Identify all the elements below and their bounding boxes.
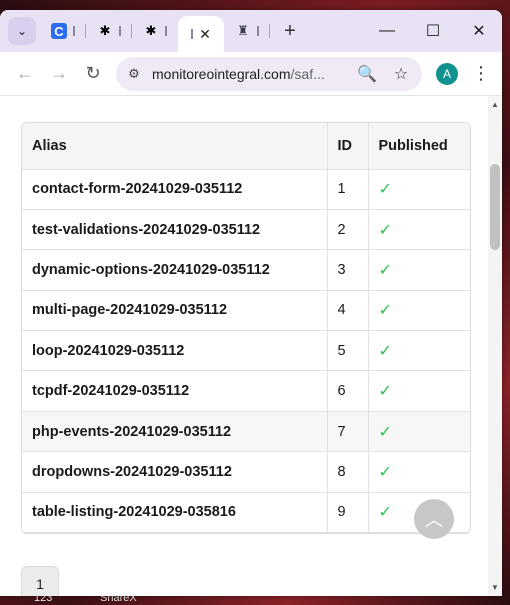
browser-toolbar: ← → ↻ ⚙ monitoreointegral.com/saf... 🔍 ☆… — [0, 52, 502, 96]
published-cell[interactable]: ✓ — [367, 290, 470, 332]
table-row: tcpdf-20241029-035112 6 ✓ — [22, 370, 470, 412]
published-cell[interactable]: ✓ — [367, 169, 470, 210]
scroll-down-icon[interactable]: ▼ — [491, 583, 499, 592]
close-icon[interactable]: ✕ — [199, 26, 211, 43]
alias-cell: contact-form-20241029-035112 — [22, 169, 327, 210]
alias-cell: dropdowns-20241029-035112 — [22, 451, 327, 493]
check-icon: ✓ — [378, 261, 392, 279]
scrollbar-thumb[interactable] — [490, 164, 500, 250]
browser-window: ⌄ C ✱ ✱ ✕ ♜ + — ☐ ✕ ← → ↻ ⚙ monitoreoint… — [0, 10, 502, 596]
check-icon: ✓ — [378, 383, 392, 401]
pagination-page-button[interactable]: 1 — [21, 566, 59, 596]
menu-kebab-icon[interactable]: ⋮ — [468, 63, 494, 84]
alias-cell: dynamic-options-20241029-035112 — [22, 249, 327, 291]
id-cell: 5 — [326, 330, 368, 372]
scroll-to-top-button[interactable]: ︿ — [414, 499, 454, 539]
url-text[interactable]: monitoreointegral.com/saf... — [152, 66, 346, 82]
check-icon: ✓ — [378, 463, 392, 481]
table-row: test-validations-20241029-035112 2 ✓ — [22, 209, 470, 251]
table-row: dynamic-options-20241029-035112 3 ✓ — [22, 249, 470, 291]
id-cell: 4 — [326, 290, 368, 332]
id-cell: 9 — [326, 492, 368, 534]
tab-strip: ⌄ C ✱ ✱ ✕ ♜ + — ☐ ✕ — [0, 10, 502, 52]
alias-cell: php-events-20241029-035112 — [22, 411, 327, 453]
tab-contentbuilder[interactable]: C — [40, 15, 86, 47]
table-row: php-events-20241029-035112 7 ✓ — [22, 411, 470, 453]
joomla-icon: ✱ — [145, 23, 157, 38]
table-row: multi-page-20241029-035112 4 ✓ — [22, 290, 470, 332]
id-cell: 6 — [326, 370, 368, 412]
window-controls: — ☐ ✕ — [364, 10, 502, 52]
arrow-left-icon: ← — [16, 63, 34, 83]
new-tab-button[interactable]: + — [276, 20, 304, 43]
zoom-icon[interactable]: 🔍 — [354, 64, 380, 84]
joomla-icon: ✱ — [99, 23, 111, 38]
arrow-right-icon: → — [50, 63, 68, 83]
tab-joomla-2[interactable]: ✱ — [132, 15, 178, 47]
alias-cell: multi-page-20241029-035112 — [22, 290, 327, 332]
scroll-up-icon[interactable]: ▲ — [491, 100, 499, 109]
alias-cell: loop-20241029-035112 — [22, 330, 327, 372]
id-cell: 2 — [326, 209, 368, 251]
check-icon: ✓ — [378, 423, 392, 441]
tab-joomla-1[interactable]: ✱ — [86, 15, 132, 47]
alias-cell: table-listing-20241029-035816 — [22, 492, 327, 534]
tab-search-button[interactable]: ⌄ — [8, 17, 36, 45]
published-cell[interactable]: ✓ — [367, 330, 470, 372]
page-scrollbar[interactable]: ▲ ▼ — [488, 96, 502, 596]
check-icon: ✓ — [378, 181, 392, 199]
reload-button[interactable]: ↻ — [76, 57, 110, 91]
reload-icon: ↻ — [85, 63, 101, 83]
column-header-id[interactable]: ID — [326, 123, 368, 170]
maximize-button[interactable]: ☐ — [410, 10, 456, 52]
published-cell[interactable]: ✓ — [367, 451, 470, 493]
forms-table: Alias ID Published contact-form-20241029… — [21, 122, 471, 535]
chevron-up-icon: ︿ — [425, 510, 443, 530]
check-icon: ✓ — [378, 221, 392, 239]
check-icon: ✓ — [378, 504, 392, 522]
forward-button[interactable]: → — [42, 57, 76, 91]
id-cell: 1 — [326, 169, 368, 210]
table-row: contact-form-20241029-035112 1 ✓ — [22, 169, 470, 210]
contentbuilder-icon: C — [51, 23, 67, 39]
crest-icon: ♜ — [237, 23, 249, 38]
chevron-down-icon: ⌄ — [16, 24, 28, 38]
close-window-button[interactable]: ✕ — [456, 10, 502, 52]
profile-avatar[interactable]: A — [436, 62, 458, 85]
back-button[interactable]: ← — [8, 57, 42, 91]
table-row: loop-20241029-035112 5 ✓ — [22, 330, 470, 372]
published-cell[interactable]: ✓ — [367, 209, 470, 251]
page-viewport: Alias ID Published contact-form-20241029… — [0, 96, 502, 596]
tab-active[interactable]: ✕ — [178, 16, 224, 52]
id-cell: 8 — [326, 451, 368, 493]
tab-crest[interactable]: ♜ — [224, 15, 270, 47]
site-settings-icon[interactable]: ⚙ — [124, 66, 144, 82]
id-cell: 7 — [326, 411, 368, 453]
published-cell[interactable]: ✓ — [367, 249, 470, 291]
check-icon: ✓ — [378, 302, 392, 320]
bookmark-star-icon[interactable]: ☆ — [388, 64, 414, 84]
alias-cell: test-validations-20241029-035112 — [22, 209, 327, 251]
published-cell[interactable]: ✓ — [367, 370, 470, 412]
id-cell: 3 — [326, 249, 368, 291]
column-header-published[interactable]: Published — [367, 123, 470, 170]
table-row: table-listing-20241029-035816 9 ✓ — [22, 492, 470, 534]
minimize-button[interactable]: — — [364, 10, 410, 52]
published-cell[interactable]: ✓ — [367, 411, 470, 453]
address-bar[interactable]: ⚙ monitoreointegral.com/saf... 🔍 ☆ — [116, 56, 422, 91]
column-header-alias[interactable]: Alias — [22, 123, 327, 170]
check-icon: ✓ — [378, 342, 392, 360]
table-row: dropdowns-20241029-035112 8 ✓ — [22, 451, 470, 493]
alias-cell: tcpdf-20241029-035112 — [22, 370, 327, 412]
